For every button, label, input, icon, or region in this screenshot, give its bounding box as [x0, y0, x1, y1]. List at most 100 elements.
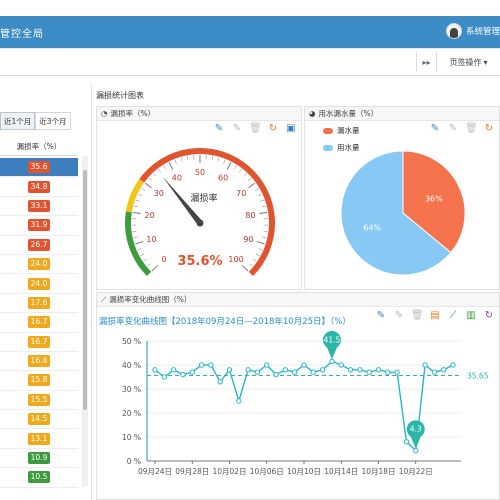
- list-item[interactable]: 34.8: [0, 177, 78, 197]
- data-point: [394, 369, 400, 375]
- table-icon[interactable]: ▤: [429, 310, 441, 321]
- gauge-tick: [158, 169, 161, 173]
- line-chart: 0 % 10 % 20 % 30 % 40 % 50 % 09月24日 09月28日 10月02…: [122, 330, 489, 476]
- data-point: [375, 367, 382, 373]
- left-ranking-panel: 近1个月 近3个月 漏损率（%） 35.6 34.8 33.1 31.9 26.7 24.…: [0, 84, 92, 500]
- list-item[interactable]: 16.7: [0, 313, 78, 333]
- pencil-icon[interactable]: ✎: [375, 310, 387, 321]
- list-item[interactable]: 16.4: [0, 352, 78, 372]
- list-item[interactable]: 24.0: [0, 255, 78, 275]
- gauge-tick: [137, 248, 142, 251]
- data-point: [301, 362, 307, 368]
- avatar: [445, 23, 462, 39]
- leak-rate-badge: 34.8: [28, 180, 50, 193]
- gauge-tick-label: 0: [161, 255, 166, 264]
- list-item[interactable]: 24.0: [0, 274, 78, 294]
- pie-chart: 36% 64%: [340, 150, 466, 276]
- tab-1-month[interactable]: 近1个月: [0, 112, 36, 130]
- data-point: [236, 398, 242, 404]
- data-point: [450, 362, 456, 368]
- gauge-chart: 0 10 20 30 40 50 60 70 80 90 100 漏损率 35.6%: [125, 148, 275, 277]
- data-point: [208, 362, 214, 368]
- gauge-tick-label: 80: [245, 211, 255, 220]
- leak-rate-badge: 24.0: [28, 258, 50, 271]
- refresh-icon[interactable]: ↻: [483, 310, 495, 321]
- scrollbar[interactable]: [82, 156, 88, 486]
- data-point: [254, 369, 261, 375]
- data-point: [198, 362, 205, 368]
- list-item[interactable]: 10.5: [0, 468, 78, 488]
- gauge-tick: [254, 188, 259, 191]
- gauge-card-title: 漏损率（%）: [110, 109, 156, 118]
- list-item[interactable]: 31.9: [0, 216, 78, 236]
- gauge-tick-label: 40: [172, 174, 182, 183]
- gauge-tick: [132, 211, 141, 215]
- pie-slice-label: 36%: [425, 194, 443, 203]
- pie-card-title: 用水漏水量（%）: [318, 109, 379, 118]
- y-tick-label: 40 %: [122, 361, 141, 370]
- list-item[interactable]: 15.8: [0, 371, 78, 391]
- line-card-header: ⟋ 漏损率变化曲线图（%）: [97, 293, 499, 307]
- gauge-tick-label: 60: [218, 174, 228, 183]
- leak-rate-badge: 13.1: [28, 432, 50, 445]
- gauge-tick: [138, 193, 143, 196]
- data-point: [180, 371, 186, 378]
- app-title: 管控全局: [0, 29, 44, 40]
- trash-icon[interactable]: 🗑: [411, 310, 424, 321]
- tab-ops-label: 页签操作: [449, 57, 482, 67]
- list-item[interactable]: 14.5: [0, 410, 78, 430]
- list-item[interactable]: 16.7: [0, 333, 78, 352]
- data-point: [440, 367, 447, 373]
- gauge-tick: [134, 205, 139, 208]
- double-chevron-right-icon[interactable]: ▸▸: [416, 52, 436, 72]
- gauge-tick: [226, 162, 232, 170]
- line-chart-icon[interactable]: ⟋: [447, 310, 459, 321]
- tab-3-months[interactable]: 近3个月: [35, 112, 71, 130]
- gauge-tick: [242, 265, 249, 272]
- list-item[interactable]: 33.1: [0, 197, 78, 217]
- tab-operations-button[interactable]: 页签操作 ▾: [436, 52, 500, 72]
- data-point: [338, 362, 344, 368]
- list-item[interactable]: 15.5: [0, 391, 78, 411]
- gauge-tick: [143, 258, 148, 262]
- user-menu[interactable]: 系统管理: [445, 23, 500, 39]
- caret-down-icon: ▾: [483, 57, 488, 67]
- period-tabs: 近1个月 近3个月: [0, 112, 71, 130]
- gauge-tick: [248, 182, 256, 189]
- list-item[interactable]: 13.1: [0, 429, 78, 449]
- average-label: 35.65: [467, 371, 489, 380]
- leak-rate-badge: 16.4: [28, 355, 50, 368]
- y-tick-label: 0 %: [127, 457, 141, 466]
- pie-card-header: ◕ 用水漏水量（%）: [305, 107, 499, 121]
- y-tick-label: 30 %: [122, 385, 141, 394]
- gauge-band-yellow: [125, 178, 145, 213]
- gauge-tick: [168, 162, 174, 170]
- leak-rate-badge: 24.0: [28, 277, 50, 290]
- data-point: [422, 362, 428, 368]
- top-header-bar: 管控全局 系统管理: [0, 16, 500, 48]
- data-point: [385, 369, 391, 375]
- list-item[interactable]: 26.7: [0, 236, 78, 255]
- column-header-leak-rate[interactable]: 漏损率（%）: [0, 138, 78, 156]
- leak-rate-badge: 35.6: [28, 161, 50, 174]
- gauge-tick: [258, 248, 263, 251]
- gauge-tick: [141, 188, 146, 191]
- gauge-tick: [174, 159, 177, 164]
- x-tick-label: 10月22日: [399, 467, 433, 476]
- leak-rate-badge: 17.6: [28, 296, 50, 309]
- list-item[interactable]: 35.6: [0, 158, 78, 178]
- gauge-tick: [180, 157, 183, 162]
- bar-chart-icon[interactable]: ▥: [465, 310, 477, 321]
- gauge-tick: [135, 199, 140, 202]
- data-point: [217, 379, 223, 385]
- data-point: [347, 367, 354, 373]
- gauge-tick: [132, 230, 137, 232]
- list-item[interactable]: 17.6: [0, 294, 78, 314]
- pie-slice-label: 64%: [363, 224, 381, 233]
- list-item[interactable]: 10.9: [0, 449, 78, 469]
- pencil-outline-icon[interactable]: ✎: [393, 310, 405, 321]
- gauge-tick: [243, 173, 247, 177]
- gauge-tick-label: 90: [243, 235, 253, 244]
- x-tick-label: 10月02日: [212, 467, 246, 476]
- line-card-title: 漏损率变化曲线图（%）: [109, 295, 192, 304]
